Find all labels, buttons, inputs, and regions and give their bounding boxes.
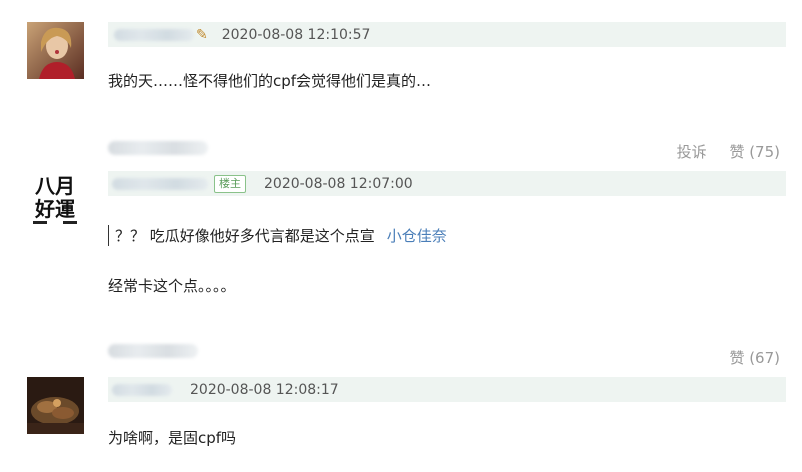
device-source [108, 344, 198, 358]
comment-2: 投诉 赞 (75) 八月 好運 楼主 2020-08-08 12:07:00 ？… [0, 130, 802, 330]
quote-author-link[interactable]: 小仓佳奈 [387, 227, 447, 245]
avatar[interactable]: 八月 好運 [27, 171, 84, 228]
avatar[interactable] [27, 22, 84, 79]
comment-header: 2020-08-08 12:08:17 [108, 377, 786, 402]
comment-text: 经常卡这个点。。。。 [108, 277, 236, 295]
pen-icon: ✎ [196, 26, 208, 43]
username[interactable] [114, 28, 194, 41]
avatar-text-line1: 八月 [35, 174, 75, 198]
comment-header: 楼主 2020-08-08 12:07:00 [108, 171, 786, 196]
comment-1: ✎ 2020-08-08 12:10:57 我的天……怪不得他们的cpf会觉得他… [0, 0, 802, 130]
avatar-text-line2: 好運 [34, 197, 75, 221]
comment-text: 为啥啊，是固cpf吗 [108, 429, 237, 447]
like-button[interactable]: 赞 (75) [729, 143, 780, 161]
comment-actions: 赞 (67) [711, 347, 780, 368]
comment-header: ✎ 2020-08-08 12:10:57 [108, 22, 786, 47]
username[interactable] [112, 177, 208, 190]
comment-actions: 投诉 赞 (75) [659, 141, 780, 162]
report-button[interactable]: 投诉 [677, 143, 707, 161]
quote-text: ？？ 吃瓜好像他好多代言都是这个点宣 [115, 227, 375, 245]
username[interactable] [112, 383, 172, 396]
device-source [108, 141, 208, 155]
quoted-reply: ？？ 吃瓜好像他好多代言都是这个点宣 小仓佳奈 [108, 225, 447, 246]
like-button[interactable]: 赞 (67) [729, 349, 780, 367]
op-badge: 楼主 [214, 174, 246, 193]
avatar-image: 八月 好運 [27, 171, 84, 228]
comment-3: 赞 (67) 2020-08-08 12:08:17 为啥啊，是固cpf吗 [0, 330, 802, 472]
avatar-image [27, 22, 84, 79]
timestamp: 2020-08-08 12:10:57 [221, 26, 371, 43]
avatar[interactable] [27, 377, 84, 434]
comment-text: 我的天……怪不得他们的cpf会觉得他们是真的… [108, 72, 432, 90]
timestamp: 2020-08-08 12:08:17 [190, 381, 339, 398]
timestamp: 2020-08-08 12:07:00 [264, 175, 413, 192]
avatar-image [27, 377, 84, 434]
